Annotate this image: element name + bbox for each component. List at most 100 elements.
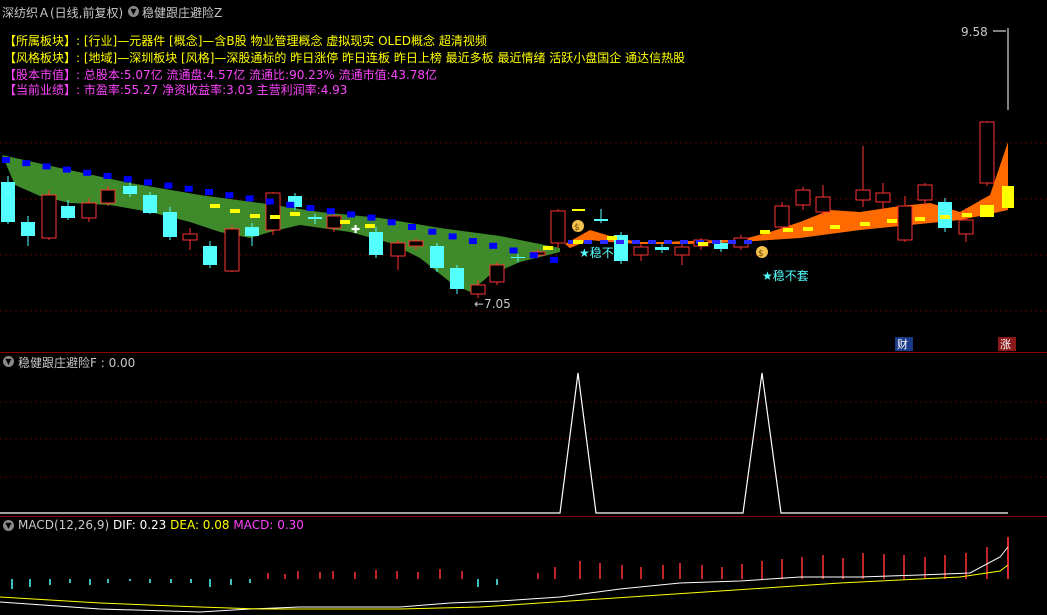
- candle-body: [550, 210, 566, 244]
- candle-body: [61, 206, 75, 218]
- yellow-line-mark: [698, 242, 708, 246]
- blue-line-mark: [306, 205, 315, 211]
- candle-body: [958, 219, 974, 235]
- blue-line-mark: [225, 192, 234, 199]
- candle-body: [511, 257, 525, 258]
- blue-line-mark: [448, 233, 457, 240]
- badge-cai-text: 财: [897, 337, 908, 351]
- candle-body: [489, 264, 505, 283]
- yellow-line-mark: [962, 213, 972, 217]
- blue-line-mark: [103, 173, 112, 179]
- blue-line-mark: [164, 182, 173, 189]
- candle-body: [774, 205, 790, 228]
- candle-body: [1, 182, 15, 222]
- yellow-line-mark: [250, 214, 260, 218]
- candle-body: [390, 242, 406, 257]
- yellow-line-mark: [210, 204, 220, 208]
- dif-line: [0, 546, 1009, 613]
- blue-line-mark: [62, 166, 71, 173]
- blue-line-mark: [347, 211, 356, 218]
- svg-text:$: $: [574, 223, 580, 233]
- candle-body: [21, 222, 35, 236]
- high-price-label: 9.58: [961, 25, 988, 39]
- blue-line-mark: [584, 240, 592, 244]
- avoid-risk-indicator-chart[interactable]: [0, 353, 1047, 516]
- blue-line-mark: [744, 240, 752, 244]
- yellow-line-mark: [830, 225, 840, 229]
- yellow-line-mark: [607, 236, 617, 240]
- yellow-block: [980, 205, 994, 217]
- blue-line-mark: [22, 160, 31, 167]
- money-bag-icon: $: [756, 246, 768, 259]
- blue-line-mark: [408, 224, 416, 230]
- blue-line-mark: [123, 176, 132, 183]
- candle-body: [203, 246, 217, 265]
- candle-body: [81, 202, 97, 219]
- candle-body: [143, 195, 157, 213]
- blue-line-mark: [2, 157, 10, 163]
- candle-body: [655, 247, 669, 250]
- candle-body: [265, 192, 281, 231]
- blue-line-mark: [648, 240, 656, 244]
- yellow-line-mark: [230, 209, 240, 213]
- blue-line-mark: [728, 240, 736, 244]
- yellow-line-mark: [573, 240, 583, 244]
- badge-zhang-text: 涨: [1000, 338, 1011, 351]
- blue-line-mark: [509, 247, 518, 254]
- candle-body: [326, 215, 342, 229]
- yellow-line-mark: [760, 230, 770, 234]
- blue-line-mark: [550, 256, 559, 263]
- svg-text:$: $: [758, 249, 764, 259]
- orange-band: [565, 142, 1008, 248]
- blue-line-mark: [664, 240, 672, 244]
- candle-body: [41, 194, 57, 239]
- blue-line-mark: [245, 195, 254, 202]
- candle-body: [430, 246, 444, 268]
- yellow-line-mark: [340, 220, 350, 224]
- blue-line-mark: [83, 169, 92, 176]
- yellow-line-mark: [887, 219, 897, 223]
- candle-body: [470, 284, 486, 295]
- low-price-label: ←7.05: [474, 297, 511, 311]
- candle-body: [245, 227, 259, 236]
- yellow-line-mark: [365, 224, 375, 228]
- dea-line: [0, 564, 1009, 610]
- yellow-line-mark: [940, 215, 950, 219]
- cross-icon: ✚: [351, 223, 360, 236]
- blue-line-mark: [205, 189, 213, 195]
- yellow-line-mark: [803, 227, 813, 231]
- yellow-block: [1002, 186, 1014, 208]
- candle-body: [308, 217, 322, 219]
- yellow-line-mark: [543, 246, 553, 250]
- macd-chart[interactable]: [0, 517, 1047, 615]
- candle-body: [633, 246, 649, 256]
- blue-line-mark: [712, 240, 720, 244]
- blue-line-mark: [286, 201, 295, 208]
- candle-body: [224, 228, 240, 272]
- blue-line-mark: [387, 219, 396, 226]
- blue-line-mark: [42, 163, 51, 170]
- main-kline-chart[interactable]: 9.58 ←7.05 $ $ ★稳不 ★稳不套 ✚ 财 涨: [0, 0, 1047, 352]
- yellow-line-mark: [915, 217, 925, 221]
- candle-body: [979, 121, 995, 184]
- candle-body: [855, 189, 871, 201]
- blue-line-mark: [144, 179, 153, 186]
- blue-line-mark: [489, 242, 498, 249]
- yellow-line-mark: [270, 215, 280, 219]
- candle-body: [917, 184, 933, 201]
- blue-line-mark: [184, 185, 193, 192]
- yellow-line-mark: [290, 212, 300, 216]
- blue-line-mark: [428, 228, 437, 235]
- signal-label-1: ★稳不: [579, 245, 614, 260]
- blue-line-mark: [367, 214, 376, 221]
- blue-line-mark: [326, 208, 335, 215]
- blue-line-mark: [265, 198, 274, 205]
- blue-line-mark: [680, 240, 688, 244]
- candle-body: [795, 189, 811, 206]
- blue-line-mark: [600, 240, 608, 244]
- candle-body: [875, 192, 891, 203]
- blue-line-mark: [529, 252, 538, 259]
- candle-body: [674, 246, 690, 256]
- blue-line-mark: [616, 240, 624, 244]
- candle-body: [594, 219, 608, 221]
